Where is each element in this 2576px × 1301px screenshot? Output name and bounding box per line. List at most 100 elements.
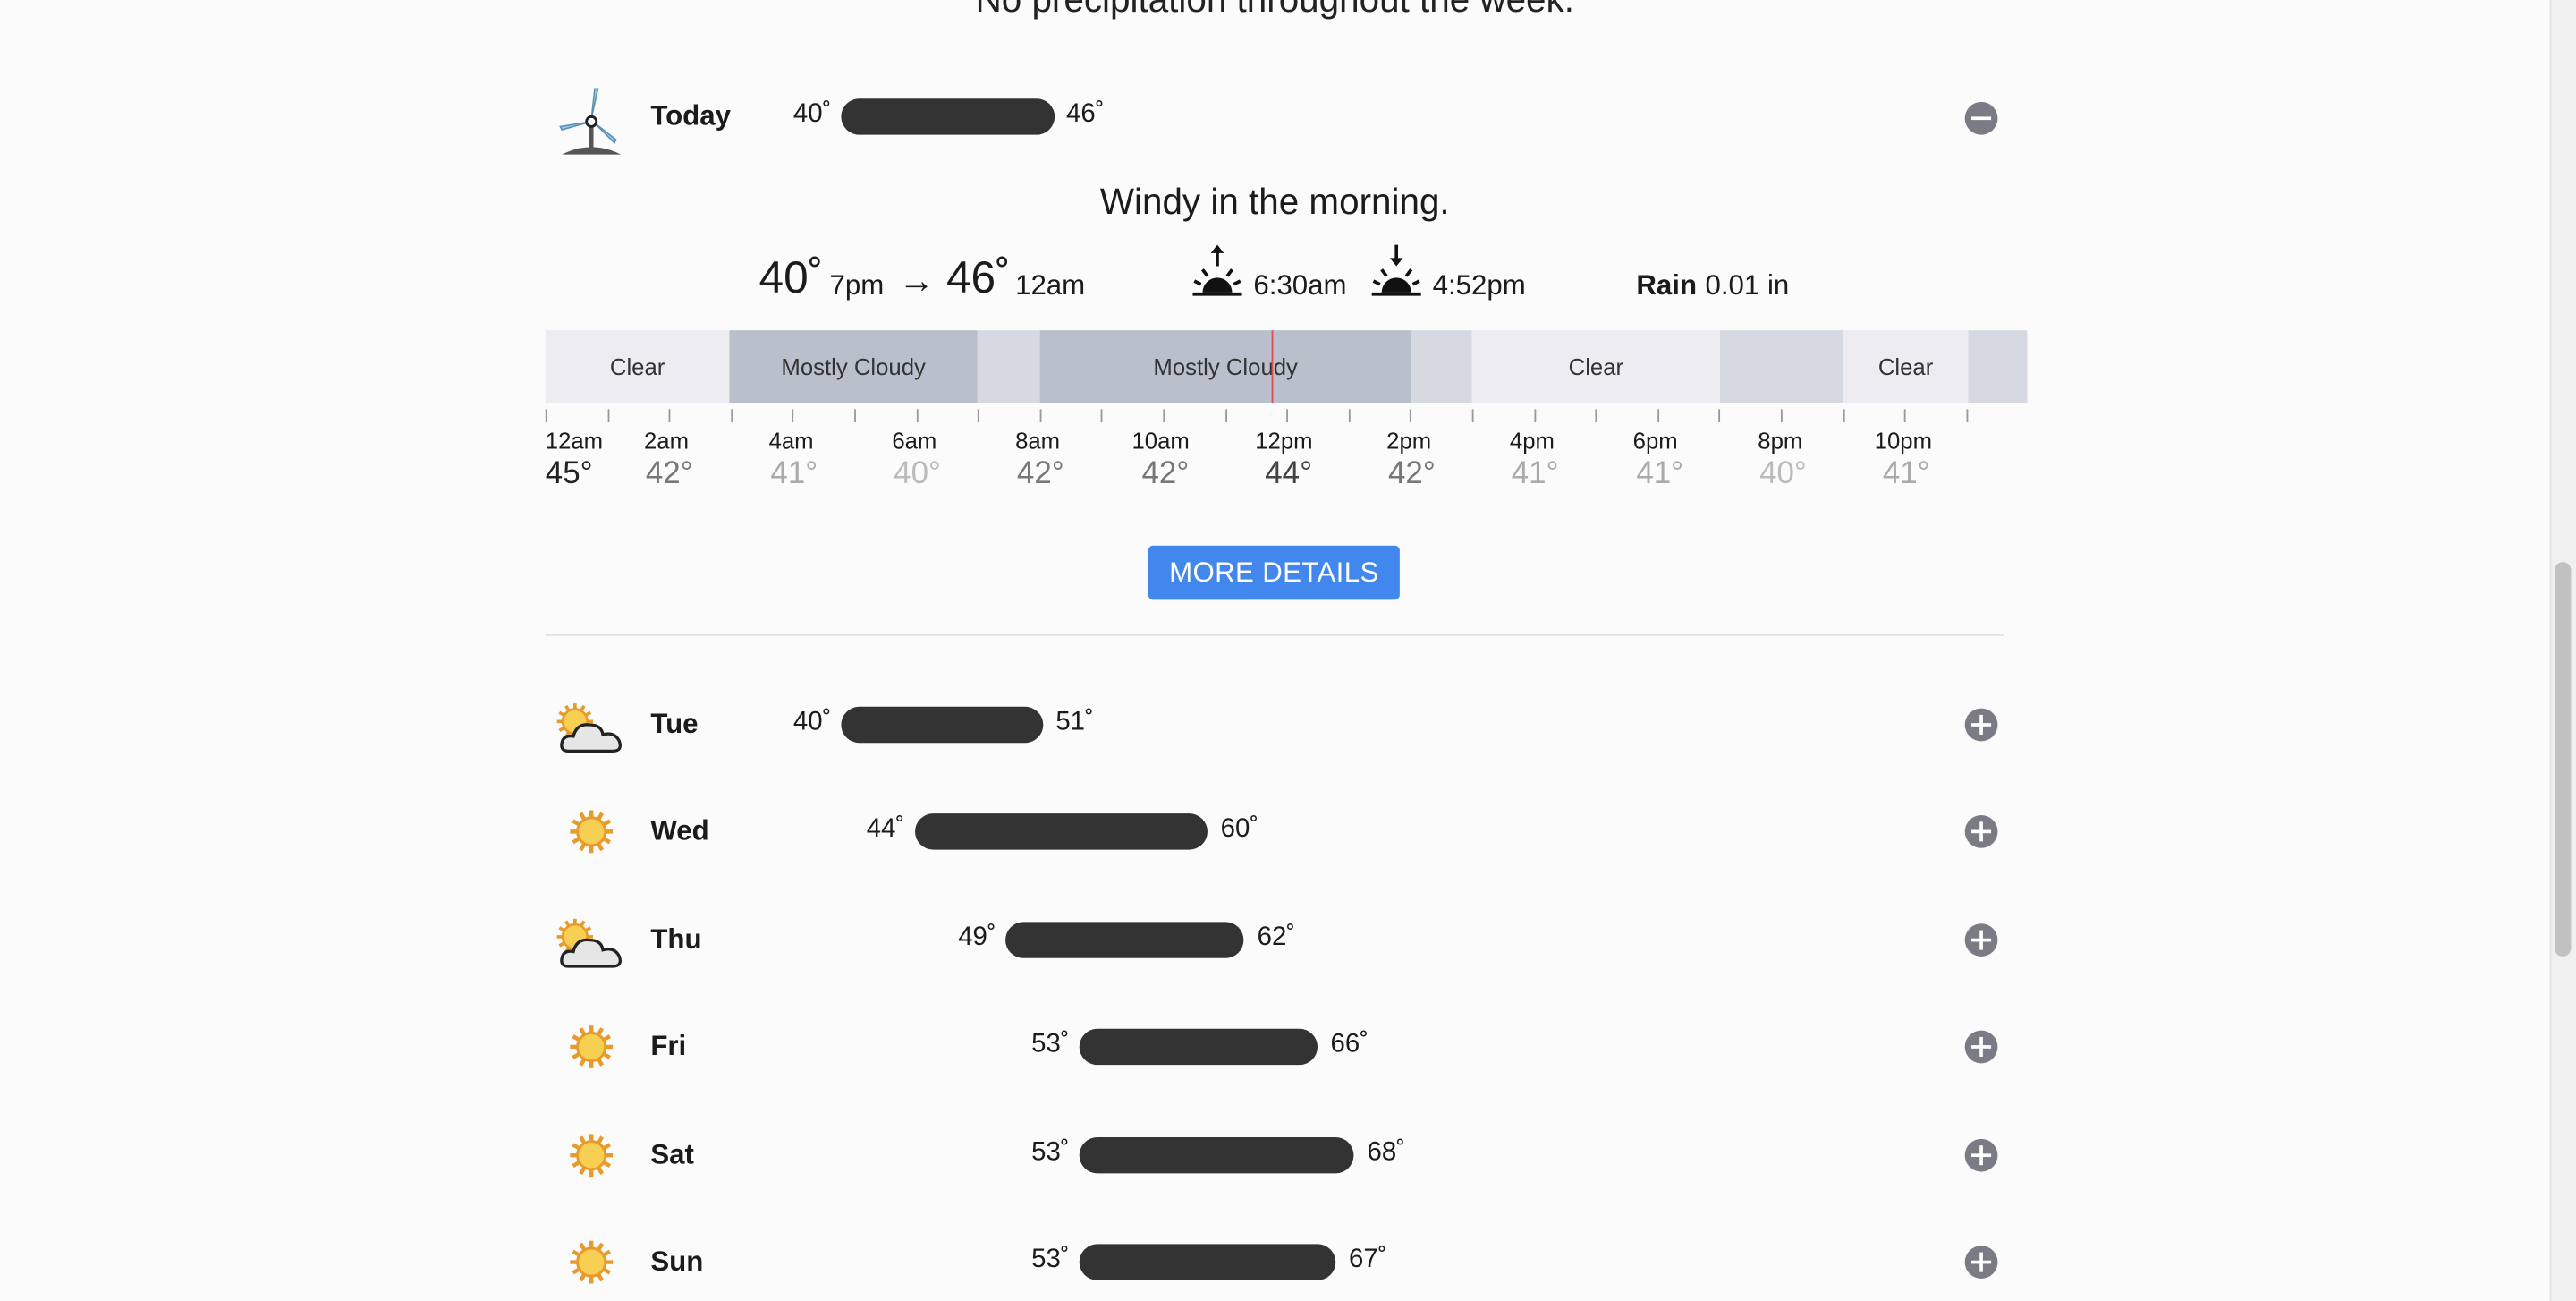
- hour-tick: [916, 409, 918, 423]
- hour-tick: [1780, 409, 1783, 423]
- hour-tick: [1966, 409, 1968, 423]
- hour-tick: [730, 409, 733, 423]
- day-low-temp: 53˚: [1031, 1246, 1070, 1274]
- condition-segment: Mostly Cloudy: [729, 330, 978, 403]
- hour-tick: [1286, 409, 1289, 423]
- hour-temp: 42°: [645, 456, 693, 492]
- rain-label: Rain: [1636, 269, 1698, 302]
- sunset-icon: [1368, 243, 1424, 302]
- hour-label: 12pm: [1255, 427, 1313, 454]
- hour-tick: [1348, 409, 1351, 423]
- day-temp-range-bar: [841, 706, 1043, 744]
- plus-circle-icon[interactable]: [1964, 1246, 1998, 1279]
- day-high-temp: 62˚: [1257, 923, 1296, 952]
- day-label-fri[interactable]: Fri: [650, 1031, 686, 1064]
- day-label-today[interactable]: Today: [650, 100, 731, 133]
- day-label-tue[interactable]: Tue: [650, 709, 698, 742]
- scrollbar-thumb[interactable]: [2555, 562, 2572, 957]
- divider: [545, 633, 2004, 636]
- hour-label: 12am: [545, 427, 604, 454]
- hourly-conditions-timeline: Clear Mostly Cloudy Mostly Cloudy Clear …: [545, 330, 2028, 403]
- day-label-wed[interactable]: Wed: [650, 816, 708, 849]
- hour-label: 8pm: [1758, 427, 1803, 454]
- day-low-temp: 53˚: [1031, 1030, 1070, 1059]
- hour-tick: [1471, 409, 1474, 423]
- day-high-temp: 51˚: [1055, 708, 1094, 736]
- day-low-temp: 44˚: [866, 815, 905, 844]
- day-temp-range-bar: [1079, 1244, 1336, 1280]
- partly-cloudy-icon: [555, 917, 628, 982]
- hour-label: 4am: [768, 427, 814, 454]
- plus-circle-icon[interactable]: [1964, 923, 1998, 957]
- hour-tick: [545, 409, 547, 423]
- wind-turbine-icon: [555, 86, 628, 158]
- today-high-value: 46˚: [945, 252, 1011, 302]
- hour-label: 4pm: [1509, 427, 1555, 454]
- hour-temp: 42°: [1388, 456, 1436, 492]
- hour-tick: [854, 409, 856, 423]
- day-temp-range-bar: [914, 813, 1208, 851]
- today-low-temp: 40˚: [792, 100, 832, 129]
- plus-circle-icon[interactable]: [1964, 1138, 1998, 1171]
- hour-temp: 42°: [1141, 456, 1190, 492]
- condition-segment-blank: [1411, 330, 1472, 403]
- hour-label: 2am: [643, 427, 690, 454]
- hour-temp: 41°: [1511, 456, 1559, 492]
- hour-tick: [1163, 409, 1165, 423]
- today-summary: Windy in the morning.: [1099, 181, 1450, 222]
- hour-temp: 41°: [1636, 456, 1684, 492]
- hour-tick: [978, 409, 980, 423]
- hour-tick: [606, 409, 609, 423]
- day-label-sat[interactable]: Sat: [650, 1138, 694, 1171]
- hour-tick: [1039, 409, 1042, 423]
- condition-segment: Clear: [545, 330, 730, 403]
- plus-circle-icon[interactable]: [1964, 708, 1998, 742]
- condition-segment-blank: [1968, 330, 2028, 403]
- condition-segment-blank: [1720, 330, 1843, 403]
- day-high-temp: 60˚: [1220, 815, 1259, 844]
- sunrise-icon: [1190, 243, 1245, 302]
- sunrise-time: 6:30am: [1253, 269, 1347, 302]
- current-time-marker: [1271, 330, 1274, 403]
- hour-temp: 41°: [770, 456, 818, 492]
- day-label-sun[interactable]: Sun: [650, 1246, 703, 1279]
- plus-circle-icon[interactable]: [1964, 1030, 1998, 1064]
- hour-tick: [792, 409, 794, 423]
- hour-tick: [1595, 409, 1597, 423]
- hour-temp: 41°: [1882, 456, 1930, 492]
- week-precipitation-summary: No precipitation throughout the week.: [0, 0, 2550, 21]
- day-low-temp: 53˚: [1031, 1138, 1070, 1167]
- sun-icon: [568, 1025, 614, 1079]
- hour-tick: [668, 409, 671, 423]
- hour-label: 10am: [1131, 427, 1190, 454]
- hour-tick: [1718, 409, 1721, 423]
- day-high-temp: 67˚: [1349, 1246, 1387, 1274]
- condition-segment: Clear: [1843, 330, 1969, 403]
- condition-segment: Clear: [1471, 330, 1721, 403]
- day-label-thu[interactable]: Thu: [650, 923, 701, 957]
- arrow-right-icon: →: [898, 259, 936, 302]
- hour-tick: [1657, 409, 1659, 423]
- more-details-button[interactable]: MORE DETAILS: [1148, 545, 1400, 600]
- partly-cloudy-icon: [555, 702, 628, 766]
- hour-tick: [1101, 409, 1104, 423]
- forecast-page: No precipitation throughout the week. To…: [0, 0, 2576, 1301]
- day-high-temp: 68˚: [1367, 1138, 1405, 1167]
- hour-temp: 45°: [545, 456, 593, 492]
- hour-label: 6am: [892, 427, 937, 454]
- plus-circle-icon[interactable]: [1964, 815, 1998, 849]
- sunset-time: 4:52pm: [1432, 269, 1526, 302]
- hour-temp: 44°: [1265, 456, 1313, 492]
- day-low-temp: 40˚: [792, 708, 832, 736]
- minus-circle-icon[interactable]: [1964, 101, 1998, 135]
- condition-segment: Mostly Cloudy: [1039, 330, 1411, 403]
- day-temp-range-bar: [1079, 1136, 1354, 1173]
- hour-label: 10pm: [1874, 427, 1933, 454]
- today-low-time: 7pm: [829, 269, 885, 302]
- sun-icon: [568, 809, 614, 863]
- hour-temp: 40°: [1759, 456, 1807, 492]
- hour-tick: [1533, 409, 1536, 423]
- hour-label: 6pm: [1632, 427, 1678, 454]
- hour-tick: [1224, 409, 1227, 423]
- day-low-temp: 49˚: [958, 923, 996, 952]
